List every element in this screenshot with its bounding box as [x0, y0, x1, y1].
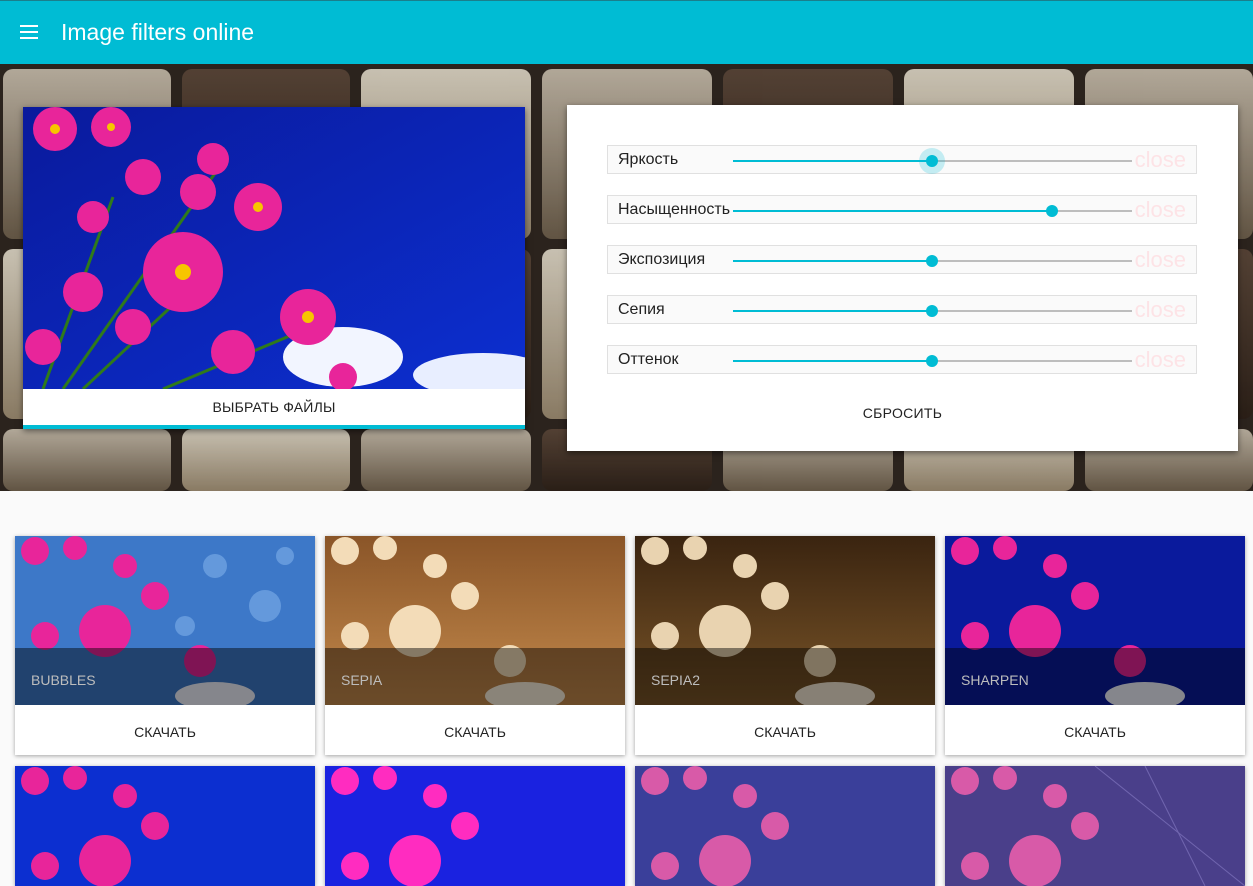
- close-button[interactable]: close: [1135, 297, 1186, 323]
- filter-preview-image[interactable]: [15, 766, 315, 886]
- slider-label: Насыщенность: [618, 201, 731, 218]
- slider-thumb[interactable]: [926, 255, 938, 267]
- close-button[interactable]: close: [1135, 247, 1186, 273]
- filter-preview-image[interactable]: [635, 766, 935, 886]
- filter-card-sepia: SEPIA СКАЧАТЬ: [325, 536, 625, 755]
- slider-thumb[interactable]: [926, 155, 938, 167]
- slider-label: Яркость: [618, 151, 679, 168]
- filter-card-bubbles: BUBBLES СКАЧАТЬ: [15, 536, 315, 755]
- slider-track[interactable]: [733, 155, 1132, 167]
- download-button[interactable]: СКАЧАТЬ: [635, 705, 935, 755]
- slider-fill: [733, 360, 932, 362]
- filter-name: SEPIA: [341, 672, 383, 688]
- adjustments-card: Яркость close Насыщенность close Экспози…: [567, 105, 1238, 451]
- slider-row-sepia: Сепия close: [607, 295, 1197, 324]
- download-button[interactable]: СКАЧАТЬ: [15, 705, 315, 755]
- close-button[interactable]: close: [1135, 197, 1186, 223]
- slider-track[interactable]: [733, 305, 1132, 317]
- filter-card-row2-1: [15, 766, 315, 886]
- slider-fill: [733, 310, 932, 312]
- filter-card-row2-4: [945, 766, 1245, 886]
- filter-name: SHARPEN: [961, 672, 1029, 688]
- preview-image: [23, 107, 525, 389]
- filter-card-sepia2: SEPIA2 СКАЧАТЬ: [635, 536, 935, 755]
- filter-preview-image[interactable]: [325, 766, 625, 886]
- slider-row-brightness: Яркость close: [607, 145, 1197, 174]
- filter-name: BUBBLES: [31, 672, 96, 688]
- filter-card-row2-3: [635, 766, 935, 886]
- slider-thumb[interactable]: [926, 355, 938, 367]
- close-button[interactable]: close: [1135, 147, 1186, 173]
- slider-track[interactable]: [733, 255, 1132, 267]
- slider-track[interactable]: [733, 205, 1132, 217]
- slider-fill: [733, 160, 932, 162]
- slider-label: Оттенок: [618, 351, 679, 368]
- app-bar: Image filters online: [0, 0, 1253, 64]
- filter-card-row2-2: [325, 766, 625, 886]
- slider-label: Экспозиция: [618, 251, 706, 268]
- slider-fill: [733, 260, 932, 262]
- reset-button[interactable]: СБРОСИТЬ: [567, 405, 1238, 421]
- close-button[interactable]: close: [1135, 347, 1186, 373]
- download-button[interactable]: СКАЧАТЬ: [945, 705, 1245, 755]
- slider-row-hue: Оттенок close: [607, 345, 1197, 374]
- app-title: Image filters online: [61, 19, 255, 45]
- filter-name: SEPIA2: [651, 672, 701, 688]
- slider-thumb[interactable]: [926, 305, 938, 317]
- slider-row-exposure: Экспозиция close: [607, 245, 1197, 274]
- slider-row-saturation: Насыщенность close: [607, 195, 1197, 224]
- choose-files-button[interactable]: ВЫБРАТЬ ФАЙЛЫ: [23, 389, 525, 426]
- filter-card-sharpen: SHARPEN СКАЧАТЬ: [945, 536, 1245, 755]
- choose-files-underline: [23, 425, 525, 429]
- slider-track[interactable]: [733, 355, 1132, 367]
- download-button[interactable]: СКАЧАТЬ: [325, 705, 625, 755]
- menu-icon[interactable]: [20, 25, 38, 39]
- image-preview-card: ВЫБРАТЬ ФАЙЛЫ: [23, 107, 525, 429]
- slider-fill: [733, 210, 1052, 212]
- slider-thumb[interactable]: [1046, 205, 1058, 217]
- filter-preview-image[interactable]: [945, 766, 1245, 886]
- slider-label: Сепия: [618, 301, 665, 318]
